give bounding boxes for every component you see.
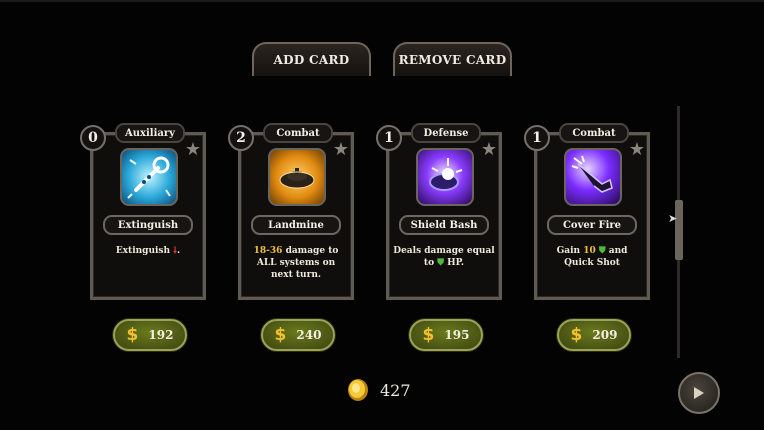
favorite-star-icon[interactable]: ★ [185, 141, 201, 159]
buy-cover-fire-button[interactable]: $ 209 [557, 319, 631, 351]
card-name: Landmine [251, 215, 341, 235]
shield-bash-icon [416, 148, 474, 206]
dollar-icon: $ [422, 325, 435, 345]
card-description: Gain 10 ⛊ and Quick Shot [556, 246, 628, 268]
favorite-star-icon[interactable]: ★ [481, 141, 497, 159]
card-extinguish[interactable]: 0 Auxiliary ★ Extinguish Extinguish 🠗. [80, 123, 206, 300]
gold-coin-icon [348, 379, 368, 401]
card-type: Combat [559, 123, 629, 143]
price-value: 209 [592, 328, 618, 342]
card-name: Shield Bash [399, 215, 489, 235]
card-type: Combat [263, 123, 333, 143]
gold-amount: 427 [380, 380, 411, 400]
mouse-cursor-icon: ➤ [668, 212, 678, 225]
tab-add-card[interactable]: ADD CARD [252, 42, 371, 76]
landmine-icon [268, 148, 326, 206]
arrow-right-icon [694, 387, 704, 399]
card-cost: 2 [228, 125, 254, 151]
card-cost: 1 [376, 125, 402, 151]
shield-icon: ⛊ [598, 246, 606, 256]
wrench-ice-icon [120, 148, 178, 206]
tab-remove-card[interactable]: REMOVE CARD [393, 42, 512, 76]
favorite-star-icon[interactable]: ★ [333, 141, 349, 159]
card-description: Deals damage equal to ⛊ HP. [393, 246, 495, 268]
dollar-icon: $ [274, 325, 287, 345]
card-description: Extinguish 🠗. [115, 246, 181, 256]
dollar-icon: $ [570, 325, 583, 345]
dollar-icon: $ [126, 325, 139, 345]
card-description: 18-36 damage to ALL systems on next turn… [253, 246, 339, 280]
scrollbar-thumb[interactable] [675, 200, 683, 260]
card-landmine[interactable]: 2 Combat ★ Landmine 18-36 damage to ALL … [228, 123, 354, 300]
cover-fire-gun-icon [564, 148, 622, 206]
buy-landmine-button[interactable]: $ 240 [261, 319, 335, 351]
card-shield-bash[interactable]: 1 Defense ★ Shield Bash Deals damage equ… [376, 123, 502, 300]
card-cover-fire[interactable]: 1 Combat ★ Cover Fire Gain 10 ⛊ and Quic… [524, 123, 650, 300]
card-type: Defense [411, 123, 481, 143]
card-cost: 0 [80, 125, 106, 151]
card-cost: 1 [524, 125, 550, 151]
top-divider [0, 0, 764, 2]
card-name: Extinguish [103, 215, 193, 235]
next-button[interactable] [678, 372, 720, 414]
shield-icon: ⛊ [437, 258, 444, 268]
price-value: 195 [444, 328, 470, 342]
card-name: Cover Fire [547, 215, 637, 235]
buy-shield-bash-button[interactable]: $ 195 [409, 319, 483, 351]
card-type: Auxiliary [115, 123, 185, 143]
favorite-star-icon[interactable]: ★ [629, 141, 645, 159]
price-value: 192 [148, 328, 174, 342]
gold-display: 427 [346, 378, 411, 402]
buy-extinguish-button[interactable]: $ 192 [113, 319, 187, 351]
price-value: 240 [296, 328, 322, 342]
